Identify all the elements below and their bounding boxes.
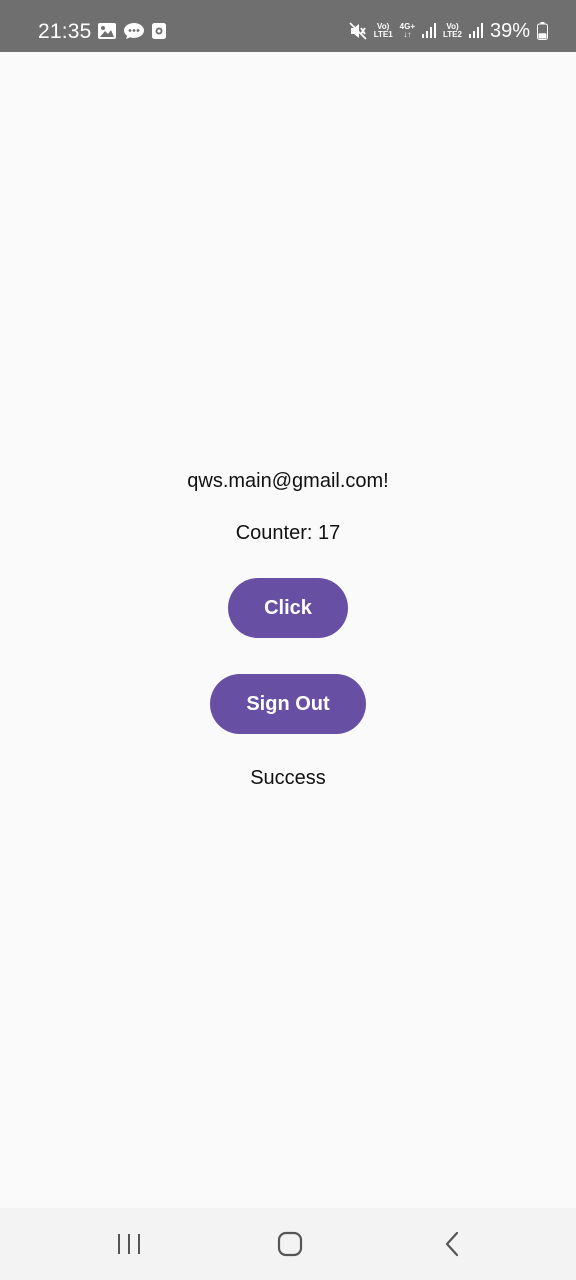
sim2-volte-label: Vo) LTE2 (443, 23, 462, 39)
screen-record-icon (151, 22, 167, 40)
recents-button[interactable] (109, 1226, 149, 1262)
status-time: 21:35 (38, 20, 92, 43)
notification-icons (97, 22, 167, 40)
signal-sim2-icon (468, 23, 483, 39)
counter-text: Counter: 17 (235, 522, 341, 544)
navigation-bar (0, 1208, 576, 1280)
mute-icon (349, 22, 367, 40)
main-content: qws.main@gmail.com! Counter: 17 Click Si… (0, 52, 576, 1208)
user-email-text: qws.main@gmail.com! (187, 470, 389, 492)
home-button[interactable] (270, 1226, 310, 1262)
signal-sim1-icon (422, 23, 436, 39)
back-icon (444, 1231, 460, 1257)
status-right-icons: Vo) LTE1 4G+ ↓↑ Vo) LTE2 39% (349, 19, 548, 43)
sim1-volte-bottom: LTE1 (373, 30, 393, 39)
chat-icon (123, 22, 145, 40)
sim2-volte-bottom: LTE2 (443, 30, 462, 39)
battery-percent: 39% (489, 20, 530, 42)
status-bar: 21:35 Vo) LTE1 4G+ ↓↑ Vo) LTE2 39% (0, 0, 576, 52)
gallery-icon (97, 22, 117, 40)
back-button[interactable] (432, 1226, 472, 1262)
status-message: Success (250, 767, 326, 789)
sign-out-button[interactable]: Sign Out (210, 674, 366, 734)
battery-icon (537, 22, 548, 40)
click-button[interactable]: Click (228, 578, 348, 638)
sim1-volte-label: Vo) LTE1 (374, 23, 393, 39)
network-type-label: 4G+ ↓↑ (400, 23, 415, 39)
recents-icon (117, 1233, 141, 1255)
data-arrows-icon: ↓↑ (403, 30, 412, 39)
home-icon (277, 1231, 303, 1257)
